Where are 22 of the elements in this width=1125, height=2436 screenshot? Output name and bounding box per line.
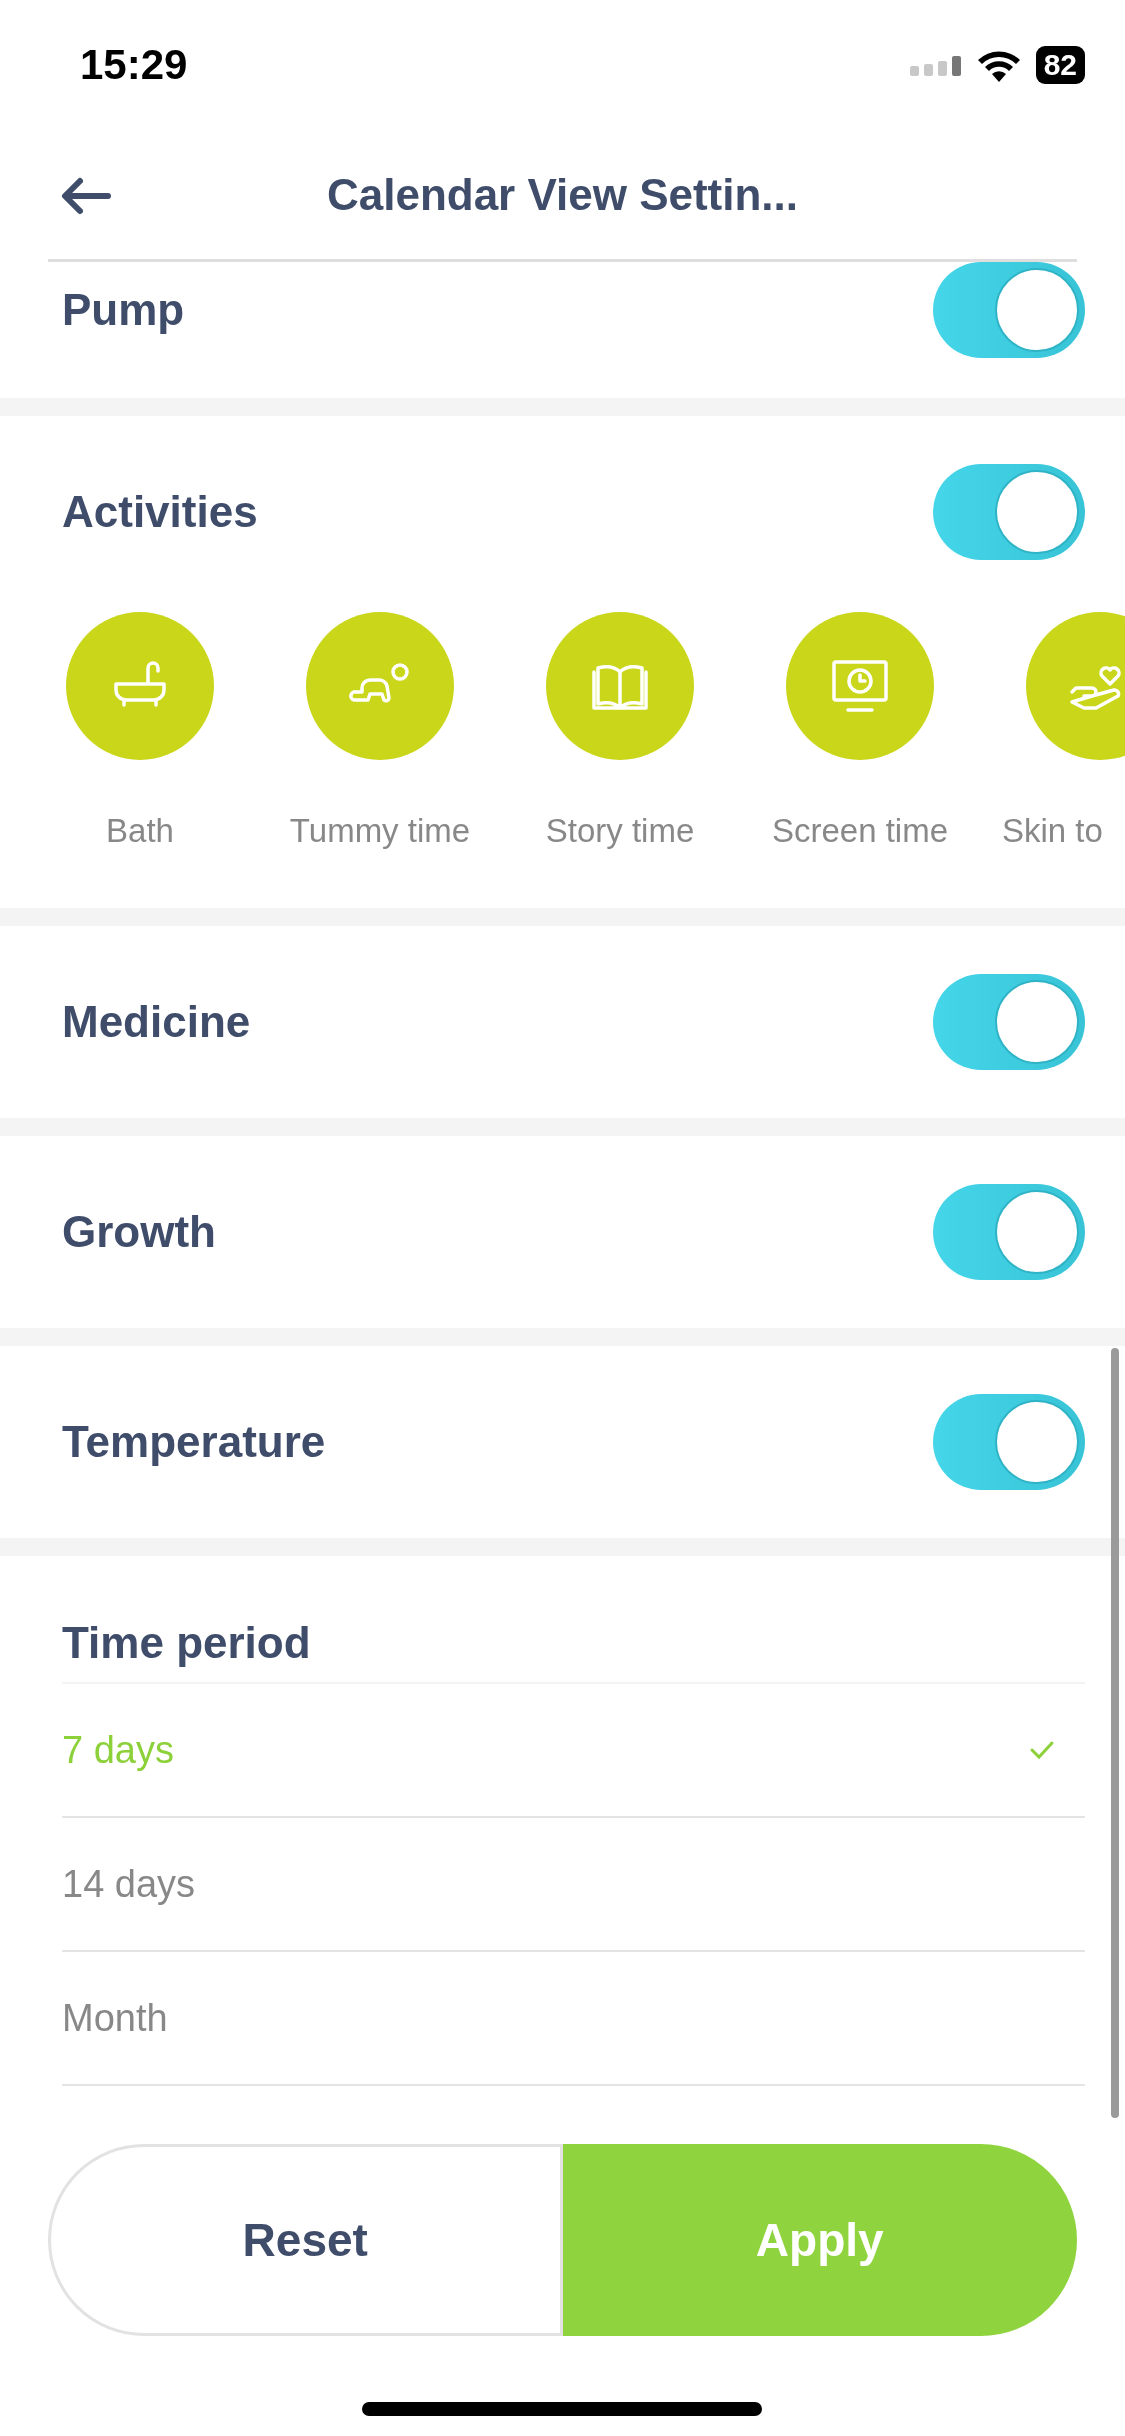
back-arrow-icon[interactable]: [60, 176, 112, 216]
activity-label: Story time: [545, 812, 695, 850]
activity-label: Tummy time: [289, 812, 471, 850]
period-option[interactable]: 14 days: [62, 1816, 1085, 1950]
activity-label: Bath: [106, 812, 174, 850]
check-icon: [1029, 1740, 1055, 1760]
section-label: Pump: [62, 285, 185, 335]
status-time: 15:29: [80, 41, 188, 89]
signal-icon: [909, 54, 962, 76]
section-label: Time period: [62, 1618, 312, 1669]
activity-label: Screen time: [771, 812, 949, 850]
reset-button[interactable]: Reset: [48, 2144, 563, 2336]
period-option[interactable]: 7 days: [62, 1682, 1085, 1816]
page-title: Calendar View Settin...: [326, 169, 799, 220]
section-label: Temperature: [62, 1417, 326, 1467]
battery-level: 82: [1035, 46, 1085, 84]
section-label: Medicine: [62, 997, 251, 1047]
section-label: Growth: [62, 1207, 216, 1257]
section-label: Activities: [62, 487, 258, 537]
activity-label: Skin to: [1002, 812, 1103, 850]
apply-button[interactable]: Apply: [562, 2144, 1077, 2336]
period-option[interactable]: Month: [62, 1950, 1085, 2084]
